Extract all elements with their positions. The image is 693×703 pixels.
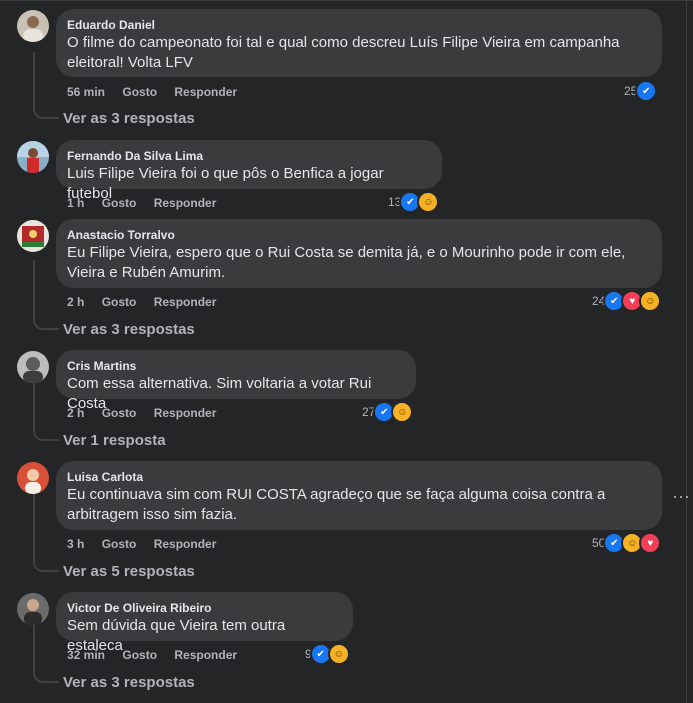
comment-bubble: Cris Martins Com essa alternativa. Sim v… bbox=[56, 350, 416, 412]
reply-button[interactable]: Responder bbox=[174, 648, 237, 662]
avatar[interactable] bbox=[17, 593, 49, 625]
haha-reaction-icon: ☺ bbox=[639, 290, 662, 312]
reply-button[interactable]: Responder bbox=[154, 537, 217, 551]
like-reaction-icon: ✔ bbox=[635, 80, 658, 102]
comment-text-line: arbitragem isso sim fazia. bbox=[67, 506, 238, 523]
comment-author[interactable]: Eduardo Daniel bbox=[67, 17, 650, 33]
comment-author[interactable]: Luisa Carlota bbox=[67, 469, 650, 485]
comment-author[interactable]: Anastacio Torralvo bbox=[67, 227, 650, 243]
haha-reaction-icon: ☺ bbox=[391, 401, 414, 423]
comment-bubble: Fernando Da Silva Lima Luis Filipe Vieir… bbox=[56, 140, 442, 202]
avatar[interactable] bbox=[17, 220, 49, 252]
reaction-summary[interactable]: 25 ✔ bbox=[624, 80, 658, 102]
scroll-edge bbox=[686, 0, 687, 703]
reaction-summary[interactable]: 50 ✔ ☺ ♥ bbox=[592, 532, 662, 554]
reaction-summary[interactable]: 13 ✔ ☺ bbox=[388, 191, 440, 213]
reply-button[interactable]: Responder bbox=[154, 196, 217, 210]
comment-time[interactable]: 32 min bbox=[67, 648, 105, 662]
comment-author[interactable]: Fernando Da Silva Lima bbox=[67, 148, 430, 164]
comment-author[interactable]: Cris Martins bbox=[67, 358, 404, 374]
comment-author[interactable]: Victor De Oliveira Ribeiro bbox=[67, 600, 341, 616]
comment-actions: 2 h Gosto Responder bbox=[67, 294, 230, 310]
like-button[interactable]: Gosto bbox=[102, 295, 137, 309]
like-button[interactable]: Gosto bbox=[102, 537, 137, 551]
avatar[interactable] bbox=[17, 141, 49, 173]
comment-bubble: Anastacio Torralvo Eu Filipe Vieira, esp… bbox=[56, 219, 662, 288]
like-button[interactable]: Gosto bbox=[122, 85, 157, 99]
avatar[interactable] bbox=[17, 462, 49, 494]
comment-time[interactable]: 1 h bbox=[67, 196, 84, 210]
comment-time[interactable]: 3 h bbox=[67, 537, 84, 551]
avatar[interactable] bbox=[17, 10, 49, 42]
comment-bubble: Victor De Oliveira Ribeiro Sem dúvida qu… bbox=[56, 592, 353, 654]
view-replies-link[interactable]: Ver as 3 respostas bbox=[63, 674, 195, 692]
comment-text-line: Vieira e Rubén Amurim. bbox=[67, 264, 226, 281]
haha-reaction-icon: ☺ bbox=[417, 191, 440, 213]
comment-actions: 32 min Gosto Responder bbox=[67, 647, 251, 663]
top-divider bbox=[0, 0, 693, 9]
comment-text-line: Eu Filipe Vieira, espero que o Rui Costa… bbox=[67, 244, 626, 261]
comment-bubble: Luisa Carlota Eu continuava sim com RUI … bbox=[56, 461, 662, 530]
comment-actions: 1 h Gosto Responder bbox=[67, 195, 230, 211]
comment-actions: 3 h Gosto Responder bbox=[67, 536, 230, 552]
comment-time[interactable]: 2 h bbox=[67, 295, 84, 309]
reaction-summary[interactable]: 27 ✔ ☺ bbox=[362, 401, 414, 423]
comment-bubble: Eduardo Daniel O filme do campeonato foi… bbox=[56, 9, 662, 77]
view-replies-link[interactable]: Ver as 3 respostas bbox=[63, 321, 195, 339]
comment-actions: 56 min Gosto Responder bbox=[67, 84, 251, 100]
comment-time[interactable]: 2 h bbox=[67, 406, 84, 420]
comment-text-line: eleitoral! Volta LFV bbox=[67, 54, 193, 71]
more-options-icon[interactable]: ··· bbox=[672, 487, 690, 505]
view-replies-link[interactable]: Ver as 3 respostas bbox=[63, 110, 195, 128]
like-button[interactable]: Gosto bbox=[102, 406, 137, 420]
avatar[interactable] bbox=[17, 351, 49, 383]
thread-line bbox=[33, 383, 59, 441]
thread-line bbox=[33, 625, 59, 683]
love-reaction-icon: ♥ bbox=[639, 532, 662, 554]
reply-button[interactable]: Responder bbox=[154, 295, 217, 309]
reaction-summary[interactable]: 9 ✔ ☺ bbox=[305, 643, 350, 665]
comment-time[interactable]: 56 min bbox=[67, 85, 105, 99]
reply-button[interactable]: Responder bbox=[154, 406, 217, 420]
view-replies-link[interactable]: Ver as 5 respostas bbox=[63, 563, 195, 581]
comment-text-line: O filme do campeonato foi tal e qual com… bbox=[67, 34, 620, 51]
thread-line bbox=[33, 52, 59, 119]
comment-actions: 2 h Gosto Responder bbox=[67, 405, 230, 421]
reply-button[interactable]: Responder bbox=[174, 85, 237, 99]
like-button[interactable]: Gosto bbox=[102, 196, 137, 210]
view-replies-link[interactable]: Ver 1 resposta bbox=[63, 432, 166, 450]
like-button[interactable]: Gosto bbox=[122, 648, 157, 662]
thread-line bbox=[33, 260, 59, 330]
reaction-summary[interactable]: 24 ✔ ♥ ☺ bbox=[592, 290, 662, 312]
comment-text-line: Eu continuava sim com RUI COSTA agradeço… bbox=[67, 486, 606, 503]
thread-line bbox=[33, 494, 59, 572]
haha-reaction-icon: ☺ bbox=[327, 643, 350, 665]
